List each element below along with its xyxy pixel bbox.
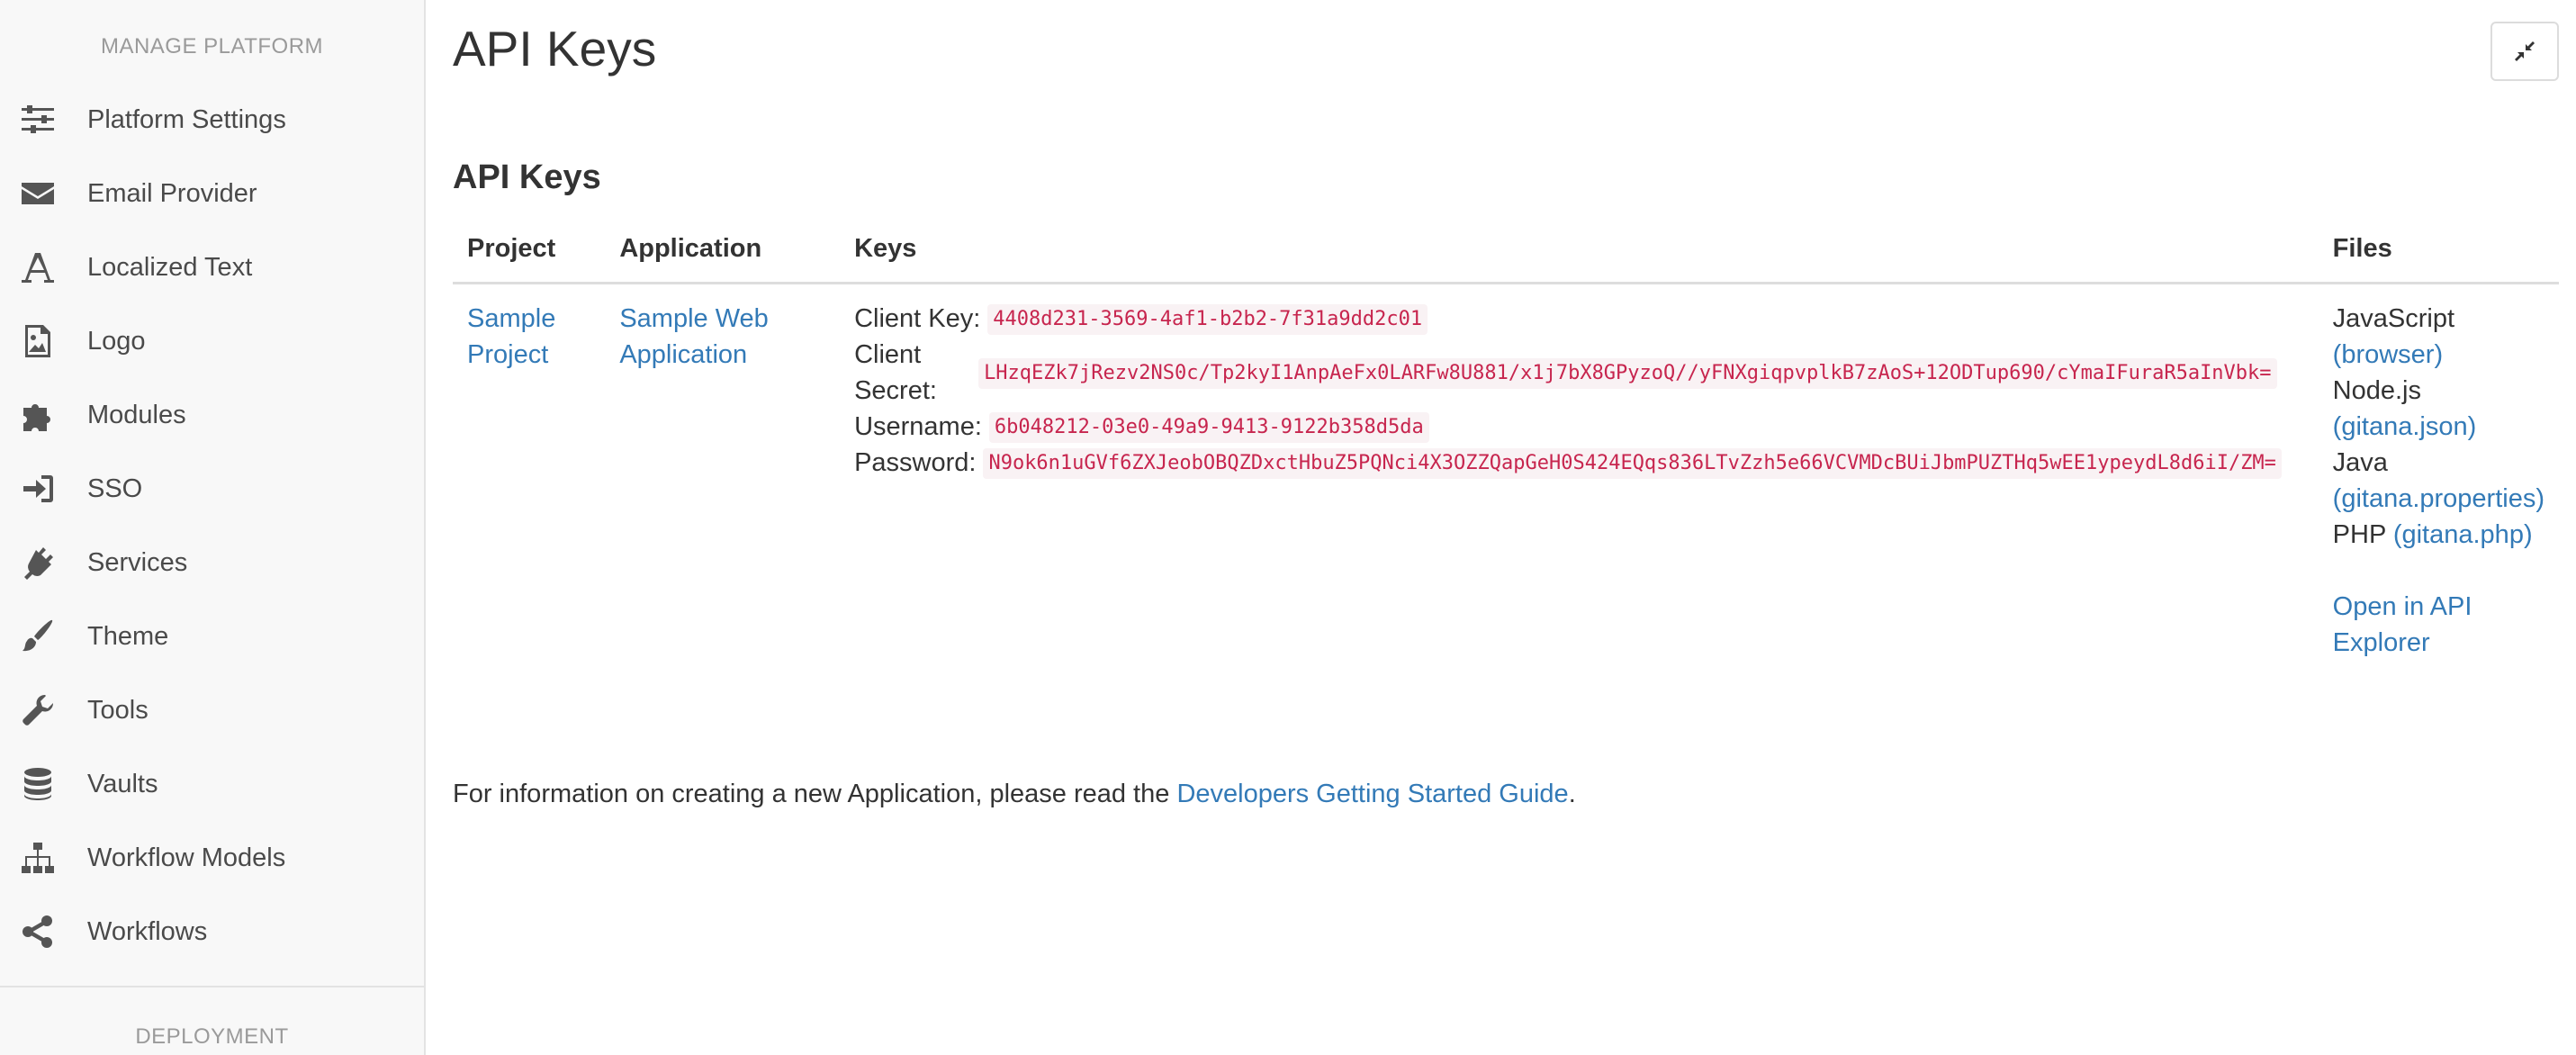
username-row: Username: 6b048212-03e0-49a9-9413-9122b3…	[854, 409, 2304, 445]
sidebar-item-email-provider[interactable]: Email Provider	[0, 157, 424, 230]
image-icon	[18, 321, 58, 361]
plug-icon	[18, 543, 58, 582]
php-label: PHP	[2332, 519, 2386, 549]
password-value: N9ok6n1uGVf6ZXJeobOBQZDxctHbuZ5PQNci4X3O…	[983, 447, 2282, 479]
sidebar-item-label: SSO	[87, 473, 143, 503]
sidebar-heading-manage-platform: MANAGE PLATFORM	[100, 34, 324, 59]
column-header-project: Project	[453, 225, 606, 284]
puzzle-icon	[18, 395, 58, 435]
keys-cell: Client Key: 4408d231-3569-4af1-b2b2-7f31…	[840, 283, 2319, 675]
database-icon	[18, 764, 58, 804]
sidebar-item-localized-text[interactable]: Localized Text	[0, 230, 424, 304]
column-header-keys: Keys	[840, 225, 2319, 284]
column-header-files: Files	[2318, 225, 2559, 284]
font-icon	[18, 248, 58, 287]
table-row: Sample Project Sample Web Application Cl…	[453, 283, 2559, 675]
sign-in-icon	[18, 469, 58, 509]
java-gitana-properties-link[interactable]: (gitana.properties)	[2333, 481, 2544, 517]
files-cell: JavaScript (browser) Node.js (gitana.jso…	[2319, 283, 2559, 675]
info-suffix: .	[1568, 780, 1576, 808]
client-secret-row: Client Secret: LHzqEZk7jRezv2NS0c/Tp2kyI…	[854, 337, 2304, 409]
api-keys-table: Project Application Keys Files Sample Pr…	[453, 225, 2559, 675]
compress-icon	[2515, 41, 2535, 61]
sidebar-item-label: Modules	[87, 400, 186, 429]
project-cell: Sample Project	[453, 283, 605, 675]
envelope-icon	[18, 174, 58, 213]
sidebar: MANAGE PLATFORM Platform Settings Email …	[0, 0, 426, 1055]
sidebar-item-label: Vaults	[87, 769, 158, 798]
java-label: Java	[2332, 447, 2388, 477]
sidebar-heading-deployment: DEPLOYMENT	[135, 1024, 289, 1049]
sidebar-item-label: Localized Text	[87, 252, 253, 282]
sidebar-divider	[0, 986, 424, 987]
share-icon	[18, 912, 58, 951]
client-secret-label: Client Secret:	[854, 339, 937, 405]
sidebar-item-workflows[interactable]: Workflows	[0, 895, 424, 969]
sidebar-item-label: Email Provider	[87, 178, 257, 208]
sliders-icon	[18, 100, 58, 140]
username-value: 6b048212-03e0-49a9-9413-9122b358d5da	[988, 411, 1429, 443]
page-title: API Keys	[453, 21, 657, 77]
php-row: PHP (gitana.php)	[2333, 517, 2544, 553]
sidebar-item-label: Tools	[87, 695, 149, 725]
table-header-row: Project Application Keys Files	[453, 225, 2559, 284]
info-paragraph: For information on creating a new Applic…	[453, 780, 1576, 809]
sidebar-item-vaults[interactable]: Vaults	[0, 747, 424, 821]
sidebar-item-label: Workflow Models	[87, 843, 286, 872]
application-cell: Sample Web Application	[605, 283, 840, 675]
password-row: Password: N9ok6n1uGVf6ZXJeobOBQZDxctHbuZ…	[854, 445, 2304, 481]
sidebar-item-tools[interactable]: Tools	[0, 673, 424, 747]
project-link[interactable]: Sample Project	[467, 304, 555, 369]
javascript-label: JavaScript	[2332, 303, 2455, 333]
client-key-value: 4408d231-3569-4af1-b2b2-7f31a9dd2c01	[987, 303, 1428, 335]
column-header-application: Application	[605, 225, 841, 284]
nodejs-label: Node.js	[2332, 375, 2421, 405]
sidebar-item-label: Workflows	[87, 916, 208, 946]
sidebar-item-platform-settings[interactable]: Platform Settings	[0, 83, 424, 157]
section-title: API Keys	[453, 158, 601, 196]
sidebar-nav: Platform Settings Email Provider Localiz…	[0, 83, 424, 969]
open-api-explorer-link[interactable]: Open in API Explorer	[2333, 589, 2522, 661]
files-spacer	[2333, 553, 2544, 589]
username-label: Username:	[854, 411, 982, 441]
sidebar-item-label: Services	[87, 547, 188, 577]
wrench-icon	[18, 690, 58, 730]
sidebar-item-services[interactable]: Services	[0, 526, 424, 600]
sidebar-item-label: Logo	[87, 326, 146, 356]
sidebar-item-sso[interactable]: SSO	[0, 452, 424, 526]
collapse-button[interactable]	[2490, 22, 2559, 81]
password-label: Password:	[854, 447, 977, 477]
sitemap-icon	[18, 838, 58, 878]
client-secret-value: LHzqEZk7jRezv2NS0c/Tp2kyI1AnpAeFx0LARFw8…	[978, 357, 2277, 389]
sidebar-item-workflow-models[interactable]: Workflow Models	[0, 821, 424, 895]
client-key-label: Client Key:	[854, 303, 981, 333]
nodejs-gitana-json-link[interactable]: (gitana.json)	[2333, 409, 2544, 445]
sidebar-item-logo[interactable]: Logo	[0, 304, 424, 378]
sidebar-item-theme[interactable]: Theme	[0, 600, 424, 673]
client-key-row: Client Key: 4408d231-3569-4af1-b2b2-7f31…	[854, 301, 2304, 337]
javascript-browser-link[interactable]: (browser)	[2333, 337, 2544, 373]
application-link[interactable]: Sample Web Application	[619, 304, 769, 369]
sidebar-item-label: Theme	[87, 621, 169, 651]
paint-brush-icon	[18, 617, 58, 656]
info-text: For information on creating a new Applic…	[453, 780, 1170, 808]
php-gitana-php-link[interactable]: (gitana.php)	[2393, 520, 2533, 549]
developers-guide-link[interactable]: Developers Getting Started Guide	[1176, 780, 1568, 808]
sidebar-item-modules[interactable]: Modules	[0, 378, 424, 452]
main-content: API Keys API Keys Project Application Ke…	[428, 0, 2576, 1055]
sidebar-item-label: Platform Settings	[87, 104, 286, 134]
